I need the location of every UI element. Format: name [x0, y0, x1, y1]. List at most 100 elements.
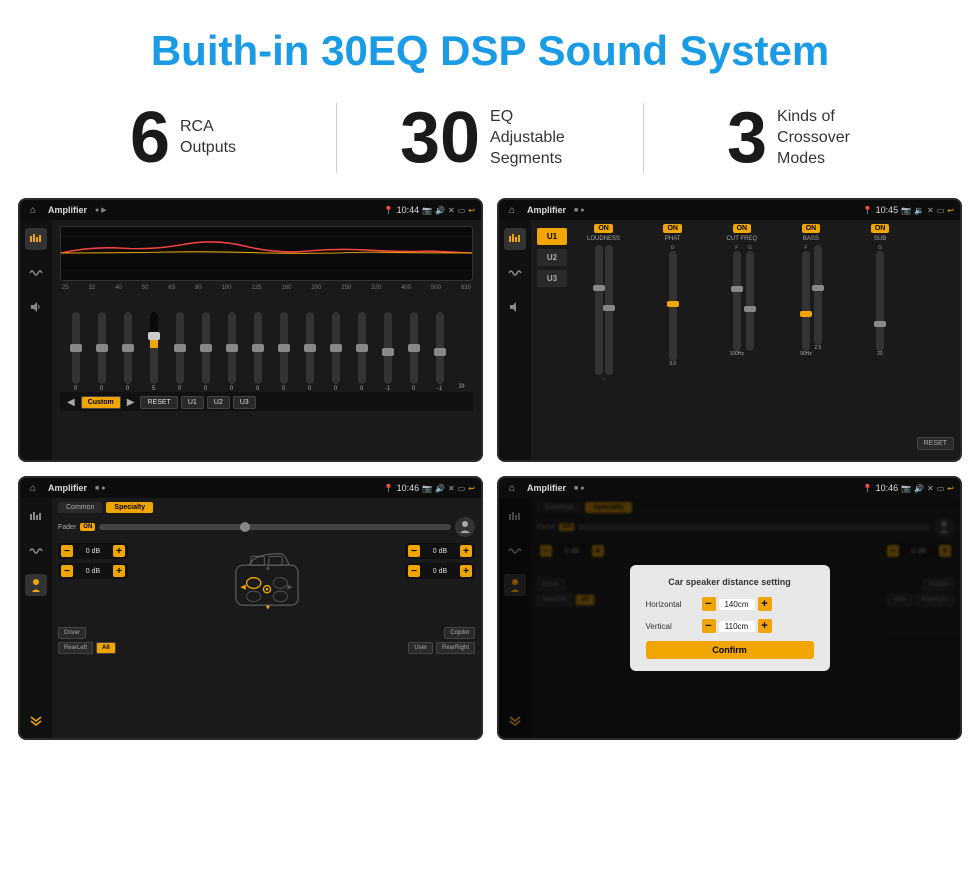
screen3-status-icons: 📍 10:46 📷 🔊 ✕ ▭ ↩ — [384, 483, 475, 493]
vol-plus-3[interactable]: + — [460, 545, 472, 557]
screen1-status-icons: 📍 10:44 📷 🔊 ✕ ▭ ↩ — [384, 205, 475, 215]
fader-on-btn[interactable]: ON — [80, 523, 95, 531]
home-icon-4[interactable]: ⌂ — [505, 481, 519, 495]
horizontal-minus[interactable]: − — [702, 597, 716, 611]
all-btn[interactable]: All — [96, 642, 116, 654]
vol-plus-2[interactable]: + — [113, 565, 125, 577]
battery-icon-4: ▭ — [937, 484, 945, 493]
home-icon-1[interactable]: ⌂ — [26, 203, 40, 217]
wave-icon-2[interactable] — [504, 262, 526, 284]
camera-icon-1: 📷 — [422, 206, 432, 215]
preset-u1[interactable]: U1 — [537, 228, 567, 245]
stat-label-eq: EQ AdjustableSegments — [490, 107, 580, 169]
horizontal-row: Horizontal − 140cm + — [646, 597, 814, 611]
eq-bottom-bar: ◀ Custom ▶ RESET U1 U2 U3 — [60, 392, 473, 411]
vertical-minus[interactable]: − — [702, 619, 716, 633]
back-icon-4[interactable]: ↩ — [947, 484, 954, 493]
rearleft-btn[interactable]: RearLeft — [58, 642, 93, 654]
loudness-on[interactable]: ON — [594, 224, 613, 233]
vol-row-1: − 0 dB + — [58, 543, 128, 559]
eq-icon-3[interactable] — [25, 506, 47, 528]
vol-value-1: 0 dB — [75, 548, 111, 555]
u3-btn-s1[interactable]: U3 — [233, 396, 256, 409]
speaker-icon[interactable] — [25, 296, 47, 318]
speaker-tabs: Common Specialty — [58, 502, 475, 513]
car-visual: ◀ ▶ ▲ ▼ — [132, 543, 401, 623]
horizontal-plus[interactable]: + — [758, 597, 772, 611]
u2-btn-s1[interactable]: U2 — [207, 396, 230, 409]
more-arrow[interactable]: » — [454, 378, 469, 392]
volume-icon-3: 🔊 — [435, 484, 445, 493]
screen3-speaker: ⌂ Amplifier ■ ● 📍 10:46 📷 🔊 ✕ ▭ ↩ — [18, 476, 483, 740]
vol-minus-3[interactable]: − — [408, 545, 420, 557]
eq-icon[interactable] — [25, 228, 47, 250]
stat-number-eq: 30 — [400, 102, 480, 174]
copilot-btn[interactable]: Copilot — [444, 627, 475, 639]
screen3-dot1: ■ ● — [95, 485, 105, 492]
vol-minus-4[interactable]: − — [408, 565, 420, 577]
horizontal-value: 140cm — [719, 599, 755, 610]
speaker-icon-2[interactable] — [504, 296, 526, 318]
wave-icon[interactable] — [25, 262, 47, 284]
reset-btn-s2[interactable]: RESET — [917, 224, 954, 456]
speaker-icon-3[interactable] — [25, 574, 47, 596]
vol-plus-4[interactable]: + — [460, 565, 472, 577]
main-title: Buith-in 30EQ DSP Sound System — [0, 0, 980, 92]
sub-slider: G 20 — [876, 245, 884, 375]
rearright-btn[interactable]: RearRight — [436, 642, 475, 654]
vol-minus-1[interactable]: − — [61, 545, 73, 557]
home-icon-2[interactable]: ⌂ — [505, 203, 519, 217]
location-icon-4: 📍 — [863, 484, 873, 493]
wave-icon-3[interactable] — [25, 540, 47, 562]
svg-text:◀: ◀ — [240, 583, 246, 591]
screen3-main: Common Specialty Fader ON — [52, 498, 481, 738]
cutfreq-on[interactable]: ON — [733, 224, 752, 233]
reset-btn-s1[interactable]: RESET — [140, 396, 177, 409]
stat-rca: 6 RCAOutputs — [40, 102, 326, 174]
home-icon-3[interactable]: ⌂ — [26, 481, 40, 495]
vol-row-2: − 0 dB + — [58, 563, 128, 579]
sub-on[interactable]: ON — [871, 224, 890, 233]
vertical-plus[interactable]: + — [758, 619, 772, 633]
crossover-presets: U1 U2 U3 — [537, 224, 567, 456]
expand-icon-3[interactable] — [25, 708, 47, 730]
distance-dialog-overlay: Car speaker distance setting Horizontal … — [499, 498, 960, 738]
vol-plus-1[interactable]: + — [113, 545, 125, 557]
vol-value-3: 0 dB — [422, 548, 458, 555]
vol-minus-2[interactable]: − — [61, 565, 73, 577]
preset-u2[interactable]: U2 — [537, 249, 567, 266]
play-btn[interactable]: ▶ — [124, 397, 138, 408]
preset-u3[interactable]: U3 — [537, 270, 567, 287]
screen4-distance: ⌂ Amplifier ■ ● 📍 10:46 📷 🔊 ✕ ▭ ↩ — [497, 476, 962, 740]
speaker-bottom-btns2: RearLeft All User RearRight — [58, 642, 475, 654]
eq-icon-2[interactable] — [504, 228, 526, 250]
bass-slider: F 90Hz — [800, 245, 812, 375]
screen2-status-icons: 📍 10:45 📷 🔉 ✕ ▭ ↩ — [863, 205, 954, 215]
u1-btn-s1[interactable]: U1 — [181, 396, 204, 409]
loudness-track1 — [595, 245, 603, 375]
screen2-sidebar — [499, 220, 531, 460]
screen3-sidebar — [20, 498, 52, 738]
user-btn[interactable]: User — [408, 642, 433, 654]
screen1-time: 10:44 — [397, 205, 420, 215]
tab-specialty[interactable]: Specialty — [106, 502, 153, 513]
prev-btn[interactable]: ◀ — [64, 397, 78, 408]
battery-icon-3: ▭ — [458, 484, 466, 493]
fader-thumb[interactable] — [240, 522, 250, 532]
screen4-content: Common Specialty Fader ON −0 dB+ −0 dB+ — [499, 498, 960, 738]
screen2-statusbar: ⌂ Amplifier ■ ● 📍 10:45 📷 🔉 ✕ ▭ ↩ — [499, 200, 960, 220]
back-icon-3[interactable]: ↩ — [468, 484, 475, 493]
screen4-title: Amplifier — [527, 483, 566, 493]
phat-on[interactable]: ON — [663, 224, 682, 233]
distance-dialog: Car speaker distance setting Horizontal … — [630, 565, 830, 671]
back-icon-1[interactable]: ↩ — [468, 206, 475, 215]
bass-on[interactable]: ON — [802, 224, 821, 233]
back-icon-2[interactable]: ↩ — [947, 206, 954, 215]
screen2-crossover: ⌂ Amplifier ■ ● 📍 10:45 📷 🔉 ✕ ▭ ↩ — [497, 198, 962, 462]
vertical-value: 110cm — [719, 621, 755, 632]
driver-btn[interactable]: Driver — [58, 627, 86, 639]
screen2-title: Amplifier — [527, 205, 566, 215]
fader-track[interactable] — [99, 524, 451, 530]
tab-common[interactable]: Common — [58, 502, 102, 513]
confirm-button[interactable]: Confirm — [646, 641, 814, 659]
